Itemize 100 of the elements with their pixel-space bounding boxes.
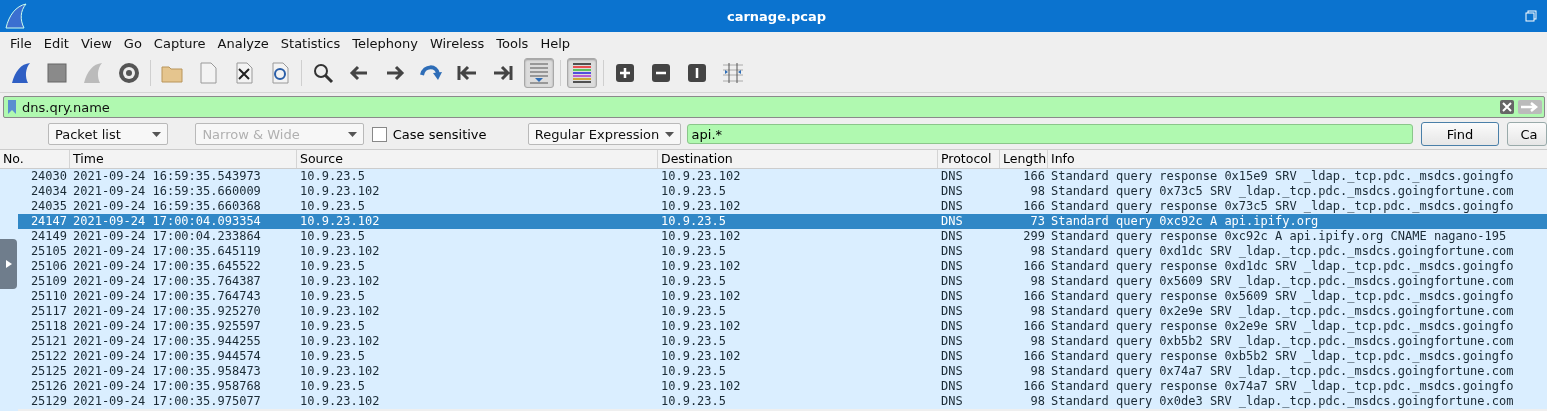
packet-row[interactable]: 25129 2021-09-24 17:00:35.975077 10.9.23.102 10.9.23.5 DNS 98 Standard query 0x0de3 SRV _ldap._tcp.pdc._msdcs.goingfortune.com [18,394,1547,409]
menu-item[interactable]: Edit [37,35,75,51]
column-header[interactable]: Info [1048,150,1547,168]
menu-item[interactable]: Wireless [423,35,491,51]
table-cell-text: 10.9.23.5 [299,379,367,394]
packet-row[interactable]: 25122 2021-09-24 17:00:35.944574 10.9.23.5 10.9.23.102 DNS 166 Standard query response 0xb5b2 SRV _ldap._tcp.pdc._msdcs.goingfo [18,349,1547,364]
table-cell-text: DNS [940,169,964,184]
restart-fin-icon [81,61,105,85]
table-cell-text: 10.9.23.5 [660,364,728,379]
packet-row[interactable]: 24147 2021-09-24 17:00:04.093354 10.9.23.102 10.9.23.5 DNS 73 Standard query 0xc92c A api.ipify.org [18,214,1547,229]
table-cell-text: 10.9.23.5 [299,289,367,304]
table-cell-text: 2021-09-24 17:00:35.764743 [72,289,262,304]
table-cell-text: 2021-09-24 17:00:35.944255 [72,334,262,349]
packet-row[interactable]: 24035 2021-09-24 16:59:35.660368 10.9.23.5 10.9.23.102 DNS 166 Standard query response 0x73c5 SRV _ldap._tcp.pdc._msdcs.goingfo [18,199,1547,214]
table-cell-text: DNS [940,259,964,274]
table-cell-text: 2021-09-24 17:00:35.958768 [72,379,262,394]
table-cell-text: DNS [940,184,964,199]
table-cell-text: 10.9.23.102 [660,199,742,214]
table-cell-text: 10.9.23.5 [299,229,367,244]
toolbar-button[interactable] [567,58,597,88]
table-cell-text: DNS [940,229,964,244]
packet-row[interactable]: 25121 2021-09-24 17:00:35.944255 10.9.23.102 10.9.23.5 DNS 98 Standard query 0xb5b2 SRV _ldap._tcp.pdc._msdcs.goingfortune.com [18,334,1547,349]
table-cell-text: 166 [1022,169,1046,184]
packet-row[interactable]: 25125 2021-09-24 17:00:35.958473 10.9.23.102 10.9.23.5 DNS 98 Standard query 0x74a7 SRV _ldap._tcp.pdc._msdcs.goingfortune.com [18,364,1547,379]
column-header[interactable]: No. [0,150,70,168]
table-cell-text: 98 [1029,334,1046,349]
stop-icon [45,61,69,85]
table-cell-text: 10.9.23.5 [299,259,367,274]
packet-row[interactable]: 25110 2021-09-24 17:00:35.764743 10.9.23.5 10.9.23.102 DNS 166 Standard query response 0x5609 SRV _ldap._tcp.pdc._msdcs.goingfo [18,289,1547,304]
table-cell-text: 10.9.23.5 [299,199,367,214]
table-cell-text: 10.9.23.102 [299,364,381,379]
case-sensitive-checkbox[interactable] [372,126,387,142]
menu-item[interactable]: Analyze [211,35,275,51]
table-cell-text: Standard query 0x2e9e SRV _ldap._tcp.pdc._msdcs.goingfortune.com [1050,304,1515,319]
table-cell-text: 2021-09-24 16:59:35.543973 [72,169,262,184]
table-cell-text: 25121 [29,334,68,349]
column-header[interactable]: Destination [658,150,938,168]
menu-item[interactable]: Capture [147,35,212,51]
packet-row[interactable]: 24149 2021-09-24 17:00:04.233864 10.9.23.5 10.9.23.102 DNS 299 Standard query response 0xc92c A api.ipify.org CNAME nagano-195 [18,229,1547,244]
shark-fin-icon [9,61,33,85]
table-cell-text: 25125 [29,364,68,379]
table-cell-text: 24035 [29,199,68,214]
packet-row[interactable]: 25109 2021-09-24 17:00:35.764387 10.9.23.102 10.9.23.5 DNS 98 Standard query 0x5609 SRV _ldap._tcp.pdc._msdcs.goingfortune.com [18,274,1547,289]
search-field[interactable]: api.* [686,124,1413,144]
table-cell-text: Standard query response 0xb5b2 SRV _ldap._tcp.pdc._msdcs.goingfo [1050,349,1515,364]
table-cell-text: 166 [1022,349,1046,364]
menu-item[interactable]: Statistics [274,35,347,51]
menu-item[interactable]: Telephony [346,35,424,51]
menu-item[interactable]: Help [534,35,576,51]
table-cell-text: 24034 [29,184,68,199]
menu-item[interactable]: Go [117,35,148,51]
table-cell-text: DNS [940,394,964,409]
table-cell-text: Standard query 0x0de3 SRV _ldap._tcp.pdc._msdcs.goingfortune.com [1050,394,1515,409]
menu-item[interactable]: File [4,35,38,51]
search-icon [311,61,335,85]
clear-icon[interactable] [1500,100,1514,114]
table-cell-text: 10.9.23.102 [299,214,381,229]
column-header[interactable]: Protocol [938,150,1000,168]
packet-row[interactable]: 25117 2021-09-24 17:00:35.925270 10.9.23.102 10.9.23.5 DNS 98 Standard query 0x2e9e SRV _ldap._tcp.pdc._msdcs.goingfortune.com [18,304,1547,319]
table-cell-text: 2021-09-24 17:00:35.944574 [72,349,262,364]
table-cell-text: 10.9.23.5 [299,319,367,334]
bookmark-icon[interactable] [6,99,18,115]
table-cell-text: 10.9.23.102 [660,289,742,304]
caret-icon [664,131,674,137]
packet-row[interactable]: 24034 2021-09-24 16:59:35.660009 10.9.23.102 10.9.23.5 DNS 98 Standard query 0x73c5 SRV _ldap._tcp.pdc._msdcs.goingfortune.com [18,184,1547,199]
table-cell-text: 10.9.23.102 [660,319,742,334]
resize-columns-icon [721,61,745,85]
table-cell-text: 98 [1029,184,1046,199]
table-cell-text: 25109 [29,274,68,289]
column-header[interactable]: Source [297,150,658,168]
table-cell-text: 10.9.23.5 [660,334,728,349]
table-cell-text: 2021-09-24 17:00:35.764387 [72,274,262,289]
restore-icon[interactable] [1525,10,1537,22]
cancel-button[interactable]: Ca [1507,122,1547,146]
packet-row[interactable]: 25126 2021-09-24 17:00:35.958768 10.9.23.5 10.9.23.102 DNS 166 Standard query response 0x74a7 SRV _ldap._tcp.pdc._msdcs.goingfo [18,379,1547,394]
table-cell-text: 98 [1029,274,1046,289]
menu-item[interactable]: View [74,35,118,51]
column-header[interactable]: Time [70,150,297,168]
table-cell-text: 10.9.23.102 [660,229,742,244]
packet-row[interactable]: 24030 2021-09-24 16:59:35.543973 10.9.23.5 10.9.23.102 DNS 166 Standard query response 0x15e9 SRV _ldap._tcp.pdc._msdcs.goingfo [18,169,1547,184]
packet-row[interactable]: 25106 2021-09-24 17:00:35.645522 10.9.23.5 10.9.23.102 DNS 166 Standard query response 0xd1dc SRV _ldap._tcp.pdc._msdcs.goingfo [18,259,1547,274]
menu-item[interactable]: Tools [490,35,535,51]
table-cell-text: 10.9.23.5 [299,169,367,184]
table-cell-text: 10.9.23.5 [660,184,728,199]
table-cell-text: 98 [1029,244,1046,259]
display-filter-field[interactable]: dns.qry.name [3,96,1545,118]
table-cell-text: 25105 [29,244,68,259]
table-cell-text: DNS [940,349,964,364]
column-header[interactable]: Length [1000,150,1048,168]
table-cell-text: 25106 [29,259,68,274]
caret-icon [348,131,357,137]
packet-row[interactable]: 25105 2021-09-24 17:00:35.645119 10.9.23.102 10.9.23.5 DNS 98 Standard query 0xd1dc SRV _ldap._tcp.pdc._msdcs.goingfortune.com [18,244,1547,259]
side-panel-handle[interactable] [0,239,17,289]
table-cell-text: DNS [940,289,964,304]
packet-row[interactable]: 25118 2021-09-24 17:00:35.925597 10.9.23.5 10.9.23.102 DNS 166 Standard query response 0x2e9e SRV _ldap._tcp.pdc._msdcs.goingfo [18,319,1547,334]
search-type-dropdown[interactable]: Regular Expression [527,123,681,145]
table-cell-text: 2021-09-24 17:00:35.958473 [72,364,262,379]
search-in-dropdown[interactable]: Packet list [48,123,169,145]
find-button[interactable]: Find [1420,122,1500,146]
table-cell-text: 2021-09-24 17:00:04.093354 [72,214,262,229]
